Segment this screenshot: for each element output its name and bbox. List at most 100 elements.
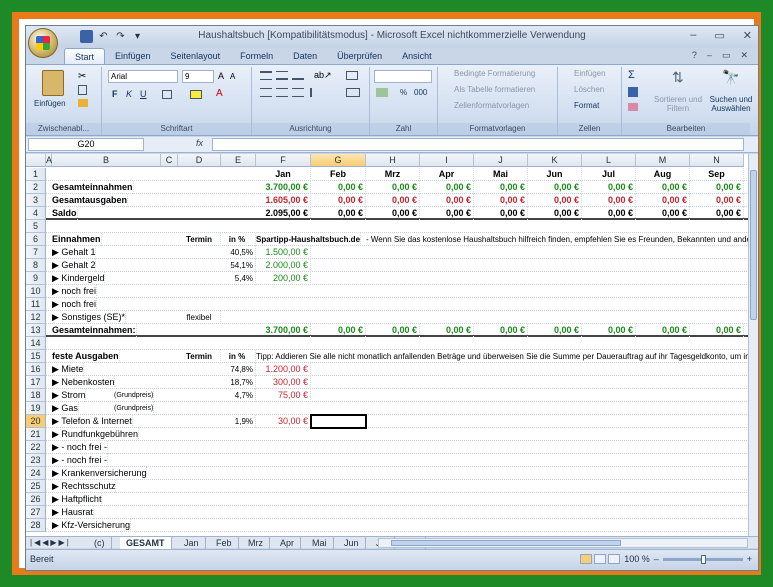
cell-b10[interactable]: ▶ noch frei xyxy=(52,285,97,298)
cell-n2[interactable]: 0,00 € xyxy=(690,181,744,194)
align-middle-icon[interactable] xyxy=(276,71,288,80)
italic-button[interactable]: K xyxy=(126,89,132,99)
fx-icon[interactable]: fx xyxy=(196,138,203,148)
find-select-button[interactable]: Suchen und Auswählen xyxy=(706,95,756,113)
formula-input[interactable] xyxy=(212,138,744,151)
cell-f8[interactable]: 2.000,00 € xyxy=(256,259,311,272)
page-break-view-button[interactable] xyxy=(608,554,620,564)
cell-e17[interactable]: 18,7% xyxy=(221,376,256,389)
row-header-5[interactable]: 5 xyxy=(26,220,46,233)
font-size-select[interactable]: 9 xyxy=(182,70,214,83)
row-header-23[interactable]: 23 xyxy=(26,454,46,467)
column-header-g[interactable]: G xyxy=(311,154,366,167)
cell-b24[interactable]: ▶ Krankenversicherung xyxy=(52,467,148,480)
cell-f1[interactable]: Jan xyxy=(256,168,311,181)
normal-view-button[interactable] xyxy=(580,554,592,564)
cell-e20[interactable]: 1,9% xyxy=(221,415,256,428)
cell-h4[interactable]: 0,00 € xyxy=(366,207,420,220)
cell-e18[interactable]: 4,7% xyxy=(221,389,256,402)
cell-b16[interactable]: ▶ Miete xyxy=(52,363,85,376)
cell-h13[interactable]: 0,00 € xyxy=(366,324,420,337)
cell-f2[interactable]: 3.700,00 € xyxy=(256,181,311,194)
cell-j13[interactable]: 0,00 € xyxy=(474,324,528,337)
cell-b12[interactable]: ▶ Sonstiges (SE)* xyxy=(52,311,126,324)
cell-h3[interactable]: 0,00 € xyxy=(366,194,420,207)
row-header-26[interactable]: 26 xyxy=(26,493,46,506)
row-header-28[interactable]: 28 xyxy=(26,519,46,532)
cell-k2[interactable]: 0,00 € xyxy=(528,181,582,194)
row-header-10[interactable]: 10 xyxy=(26,285,46,298)
cell-m1[interactable]: Aug xyxy=(636,168,690,181)
cell-l3[interactable]: 0,00 € xyxy=(582,194,636,207)
tab-start[interactable]: Start xyxy=(64,48,106,64)
row-header-17[interactable]: 17 xyxy=(26,376,46,389)
cell-n13[interactable]: 0,00 € xyxy=(690,324,744,337)
row-header-14[interactable]: 14 xyxy=(26,337,46,350)
cell-e6[interactable]: in % xyxy=(221,233,256,246)
cell-g13[interactable]: 0,00 € xyxy=(311,324,366,337)
cell-f13[interactable]: 3.700,00 € xyxy=(256,324,311,337)
column-header-c[interactable]: C xyxy=(161,154,178,167)
cell-f4[interactable]: 2.095,00 € xyxy=(256,207,311,220)
cell-f9[interactable]: 200,00 € xyxy=(256,272,311,285)
cell-b7[interactable]: ▶ Gehalt 1 xyxy=(52,246,97,259)
cell-b2[interactable]: Gesamteinnahmen xyxy=(52,181,134,194)
zoom-slider[interactable] xyxy=(662,554,743,564)
cell-m3[interactable]: 0,00 € xyxy=(636,194,690,207)
row-header-13[interactable]: 13 xyxy=(26,324,46,337)
close-button[interactable]: ✕ xyxy=(743,29,752,42)
shrink-font-icon[interactable]: A xyxy=(230,72,235,81)
format-cells-button[interactable]: Format xyxy=(574,101,599,110)
cell-i4[interactable]: 0,00 € xyxy=(420,207,474,220)
align-center-icon[interactable] xyxy=(276,88,288,97)
font-color-icon[interactable]: A xyxy=(216,88,223,99)
sort-filter-button[interactable]: Sortieren und Filtern xyxy=(648,95,708,113)
restore-button[interactable]: ▭ xyxy=(714,29,724,42)
thousands-button[interactable]: 000 xyxy=(414,88,427,97)
delete-cells-button[interactable]: Löschen xyxy=(574,85,604,94)
row-header-12[interactable]: 12 xyxy=(26,311,46,324)
align-right-icon[interactable] xyxy=(292,88,304,97)
cell-l1[interactable]: Jul xyxy=(582,168,636,181)
cell-n3[interactable]: 0,00 € xyxy=(690,194,744,207)
cell-d15[interactable]: Termin xyxy=(178,350,221,363)
sheet-tab-apr[interactable]: Apr xyxy=(274,537,302,549)
column-header-d[interactable]: D xyxy=(178,154,221,167)
fill-color-icon[interactable] xyxy=(190,90,202,99)
row-header-6[interactable]: 6 xyxy=(26,233,46,246)
cell-b9[interactable]: ▶ Kindergeld xyxy=(52,272,106,285)
sheet-tab-mrz[interactable]: Mrz xyxy=(242,537,270,549)
cell-e9[interactable]: 5,4% xyxy=(221,272,256,285)
align-left-icon[interactable] xyxy=(260,88,272,97)
cell-b8[interactable]: ▶ Gehalt 2 xyxy=(52,259,97,272)
sort-filter-icon[interactable]: ⇅ xyxy=(672,69,684,86)
cell-d6[interactable]: Termin xyxy=(178,233,221,246)
cell-b19[interactable]: (Grundpreis) xyxy=(114,402,155,415)
cell-h2[interactable]: 0,00 € xyxy=(366,181,420,194)
grow-font-icon[interactable]: A xyxy=(218,71,224,81)
number-format-select[interactable] xyxy=(374,70,432,83)
column-header-b[interactable]: B xyxy=(52,154,161,167)
row-header-9[interactable]: 9 xyxy=(26,272,46,285)
cell-l2[interactable]: 0,00 € xyxy=(582,181,636,194)
sheet-tab-c[interactable]: (c) xyxy=(88,537,112,549)
cell-k4[interactable]: 0,00 € xyxy=(528,207,582,220)
zoom-out-button[interactable]: – xyxy=(654,554,659,564)
row-header-18[interactable]: 18 xyxy=(26,389,46,402)
cell-f3[interactable]: 1.605,00 € xyxy=(256,194,311,207)
cell-m4[interactable]: 0,00 € xyxy=(636,207,690,220)
find-select-icon[interactable]: 🔭 xyxy=(722,69,739,86)
font-name-select[interactable]: Arial xyxy=(108,70,178,83)
cell-l4[interactable]: 0,00 € xyxy=(582,207,636,220)
horizontal-scroll-thumb[interactable] xyxy=(391,540,621,546)
tab-formeln[interactable]: Formeln xyxy=(230,48,283,64)
cell-d12[interactable]: flexibel xyxy=(178,311,221,324)
paste-button[interactable]: Einfügen xyxy=(34,99,66,108)
cell-j2[interactable]: 0,00 € xyxy=(474,181,528,194)
selected-cell-g20[interactable] xyxy=(310,414,367,429)
cell-f20[interactable]: 30,00 € xyxy=(256,415,311,428)
cell-e7[interactable]: 40,5% xyxy=(221,246,256,259)
column-header-k[interactable]: K xyxy=(528,154,582,167)
cell-n1[interactable]: Sep xyxy=(690,168,744,181)
row-header-15[interactable]: 15 xyxy=(26,350,46,363)
